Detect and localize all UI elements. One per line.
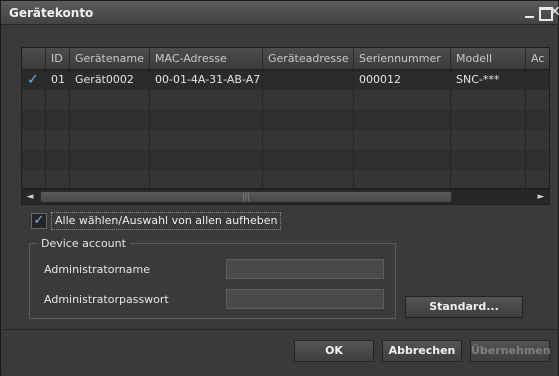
column-header-device-address[interactable]: Geräteadresse [263,48,354,70]
table-row-empty [22,90,549,110]
column-header-select[interactable] [22,48,46,70]
admin-password-input[interactable] [226,289,384,309]
row-checkbox[interactable]: ✓ [22,70,46,90]
table-header: ID Gerätename MAC-Adresse Geräteadresse … [22,48,549,70]
device-account-dialog: Gerätekonto ✕ ID Gerätename MAC-Adresse … [0,0,559,376]
column-header-ac[interactable]: Ac [526,48,550,70]
checkbox-check-icon[interactable]: ✓ [31,213,47,229]
column-header-mac-address[interactable]: MAC-Adresse [150,48,263,70]
cell-serial-number: 000012 [354,70,451,90]
admin-name-input[interactable] [226,259,384,279]
column-header-device-name[interactable]: Gerätename [70,48,150,70]
scroll-left-icon[interactable]: ◄ [22,189,38,205]
admin-password-label: Administratorpasswort [44,293,169,306]
scroll-right-icon[interactable]: ► [533,189,549,205]
ok-button[interactable]: OK [294,340,374,362]
standard-button[interactable]: Standard... [405,296,523,318]
cell-mac-address: 00-01-4A-31-AB-A7 [150,70,263,90]
table-row[interactable]: ✓ 01 Gerät0002 00-01-4A-31-AB-A7 000012 … [22,70,549,90]
table-row-empty [22,110,549,130]
column-header-model[interactable]: Modell [451,48,526,70]
scroll-thumb[interactable]: ||| [40,191,452,203]
window-title: Gerätekonto [9,6,94,20]
cancel-button[interactable]: Abbrechen [382,340,462,362]
column-header-serial-number[interactable]: Seriennummer [354,48,451,70]
device-account-group: Device account Administratorname Adminis… [29,237,396,319]
cell-model: SNC-*** [451,70,526,90]
table-row-empty [22,150,549,170]
minimize-icon[interactable] [523,5,537,19]
group-legend: Device account [37,237,130,250]
cell-id: 01 [46,70,70,90]
close-icon[interactable]: ✕ [549,5,559,19]
column-header-id[interactable]: ID [46,48,70,70]
table-row-empty [22,130,549,150]
cell-ac [526,70,550,90]
device-table: ID Gerätename MAC-Adresse Geräteadresse … [21,47,550,205]
cell-device-name: Gerät0002 [70,70,150,90]
title-bar: Gerätekonto ✕ [1,1,559,25]
apply-button: Übernehmen [470,340,551,362]
table-body: ✓ 01 Gerät0002 00-01-4A-31-AB-A7 000012 … [22,70,549,190]
select-all-label[interactable]: Alle wählen/Auswahl von allen aufheben [51,212,282,230]
horizontal-scrollbar[interactable]: ◄ ||| ► [22,188,549,204]
table-row-empty [22,170,549,190]
cell-device-address [263,70,354,90]
admin-name-label: Administratorname [44,263,150,276]
